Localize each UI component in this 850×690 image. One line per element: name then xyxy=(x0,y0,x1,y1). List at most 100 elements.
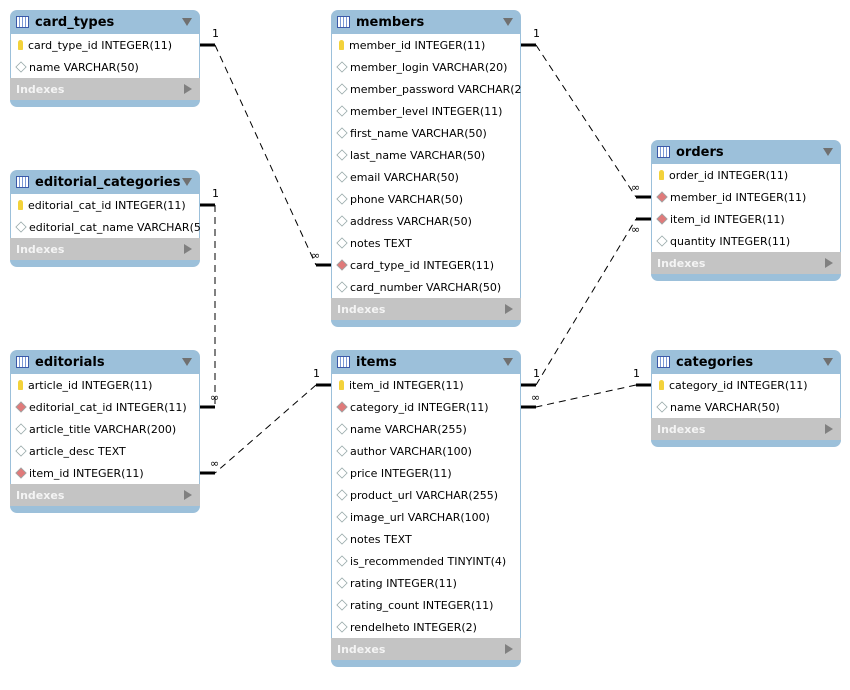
column-row[interactable]: email VARCHAR(50) xyxy=(332,166,520,188)
collapse-triangle-icon[interactable] xyxy=(503,18,513,26)
cardinality-many-label: ∞ xyxy=(210,391,219,404)
table-editorials[interactable]: editorials article_id INTEGER(11) editoria… xyxy=(10,350,200,513)
indexes-section[interactable]: Indexes xyxy=(331,298,521,320)
table-header[interactable]: categories xyxy=(651,350,841,374)
table-header[interactable]: items xyxy=(331,350,521,374)
column-diamond-icon xyxy=(15,221,27,233)
indexes-section[interactable]: Indexes xyxy=(651,418,841,440)
column-label: editorial_cat_id INTEGER(11) xyxy=(29,400,187,414)
column-row[interactable]: member_level INTEGER(11) xyxy=(332,100,520,122)
expand-triangle-icon[interactable] xyxy=(825,424,833,434)
expand-triangle-icon[interactable] xyxy=(505,644,513,654)
table-card_types[interactable]: card_types card_type_id INTEGER(11) name V… xyxy=(10,10,200,107)
collapse-triangle-icon[interactable] xyxy=(182,18,192,26)
column-row[interactable]: member_id INTEGER(11) xyxy=(332,34,520,56)
table-editorial_categories[interactable]: editorial_categories editorial_cat_id INT… xyxy=(10,170,200,267)
column-row[interactable]: notes TEXT xyxy=(332,232,520,254)
column-row[interactable]: author VARCHAR(100) xyxy=(332,440,520,462)
primary-key-icon xyxy=(659,170,664,180)
indexes-label: Indexes xyxy=(657,256,706,270)
column-label: notes TEXT xyxy=(350,532,412,546)
column-label: name VARCHAR(50) xyxy=(29,60,139,74)
table-orders[interactable]: orders order_id INTEGER(11) member_id INTE… xyxy=(651,140,841,281)
column-label: article_id INTEGER(11) xyxy=(28,378,153,392)
expand-triangle-icon[interactable] xyxy=(505,304,513,314)
column-row[interactable]: phone VARCHAR(50) xyxy=(332,188,520,210)
column-row[interactable]: price INTEGER(11) xyxy=(332,462,520,484)
table-header[interactable]: members xyxy=(331,10,521,34)
column-row[interactable]: member_login VARCHAR(20) xyxy=(332,56,520,78)
indexes-section[interactable]: Indexes xyxy=(10,238,200,260)
column-row[interactable]: article_id INTEGER(11) xyxy=(11,374,199,396)
table-header[interactable]: editorials xyxy=(10,350,200,374)
indexes-section[interactable]: Indexes xyxy=(651,252,841,274)
expand-triangle-icon[interactable] xyxy=(825,258,833,268)
column-row[interactable]: name VARCHAR(50) xyxy=(652,396,840,418)
column-label: member_id INTEGER(11) xyxy=(349,38,486,52)
cardinality-one-label: 1 xyxy=(533,27,540,40)
collapse-triangle-icon[interactable] xyxy=(182,358,192,366)
table-name: categories xyxy=(676,354,754,370)
column-label: card_type_id INTEGER(11) xyxy=(350,258,495,272)
column-row[interactable]: category_id INTEGER(11) xyxy=(332,396,520,418)
column-row[interactable]: rating INTEGER(11) xyxy=(332,572,520,594)
column-row[interactable]: rating_count INTEGER(11) xyxy=(332,594,520,616)
table-items[interactable]: items item_id INTEGER(11) category_id INTE… xyxy=(331,350,521,667)
table-header[interactable]: editorial_categories xyxy=(10,170,200,194)
column-row[interactable]: card_number VARCHAR(50) xyxy=(332,276,520,298)
column-diamond-icon xyxy=(336,599,348,611)
column-row[interactable]: order_id INTEGER(11) xyxy=(652,164,840,186)
column-diamond-icon xyxy=(336,577,348,589)
column-row[interactable]: member_password VARCHAR(20) xyxy=(332,78,521,100)
column-row[interactable]: rendelheto INTEGER(2) xyxy=(332,616,520,638)
column-label: quantity INTEGER(11) xyxy=(670,234,791,248)
column-diamond-icon xyxy=(336,171,348,183)
column-row[interactable]: item_id INTEGER(11) xyxy=(652,208,840,230)
column-row[interactable]: first_name VARCHAR(50) xyxy=(332,122,520,144)
column-label: editorial_cat_name VARCHAR(50) xyxy=(29,220,200,234)
column-row[interactable]: article_title VARCHAR(200) xyxy=(11,418,199,440)
table-categories[interactable]: categories category_id INTEGER(11) name VA… xyxy=(651,350,841,447)
collapse-triangle-icon[interactable] xyxy=(823,358,833,366)
collapse-triangle-icon[interactable] xyxy=(182,178,192,186)
column-row[interactable]: address VARCHAR(50) xyxy=(332,210,520,232)
column-row[interactable]: notes TEXT xyxy=(332,528,520,550)
column-row[interactable]: is_recommended TINYINT(4) xyxy=(332,550,520,572)
column-row[interactable]: name VARCHAR(255) xyxy=(332,418,520,440)
collapse-triangle-icon[interactable] xyxy=(503,358,513,366)
indexes-section[interactable]: Indexes xyxy=(10,484,200,506)
indexes-section[interactable]: Indexes xyxy=(10,78,200,100)
column-row[interactable]: editorial_cat_id INTEGER(11) xyxy=(11,194,199,216)
primary-key-icon xyxy=(339,40,344,50)
foreign-key-diamond-icon xyxy=(336,259,348,271)
column-row[interactable]: name VARCHAR(50) xyxy=(11,56,199,78)
column-row[interactable]: card_type_id INTEGER(11) xyxy=(332,254,520,276)
column-row[interactable]: member_id INTEGER(11) xyxy=(652,186,840,208)
column-row[interactable]: card_type_id INTEGER(11) xyxy=(11,34,199,56)
relationship-line xyxy=(535,384,637,408)
column-diamond-icon xyxy=(336,105,348,117)
column-row[interactable]: quantity INTEGER(11) xyxy=(652,230,840,252)
column-row[interactable]: category_id INTEGER(11) xyxy=(652,374,840,396)
collapse-triangle-icon[interactable] xyxy=(823,148,833,156)
primary-key-icon xyxy=(659,380,664,390)
column-row[interactable]: item_id INTEGER(11) xyxy=(332,374,520,396)
foreign-key-diamond-icon xyxy=(15,401,27,413)
column-row[interactable]: editorial_cat_name VARCHAR(50) xyxy=(11,216,200,238)
column-row[interactable]: image_url VARCHAR(100) xyxy=(332,506,520,528)
column-row[interactable]: item_id INTEGER(11) xyxy=(11,462,199,484)
expand-triangle-icon[interactable] xyxy=(184,490,192,500)
column-row[interactable]: article_desc TEXT xyxy=(11,440,199,462)
column-diamond-icon xyxy=(15,423,27,435)
column-row[interactable]: last_name VARCHAR(50) xyxy=(332,144,520,166)
column-diamond-icon xyxy=(336,237,348,249)
column-row[interactable]: editorial_cat_id INTEGER(11) xyxy=(11,396,199,418)
indexes-section[interactable]: Indexes xyxy=(331,638,521,660)
table-header[interactable]: card_types xyxy=(10,10,200,34)
table-members[interactable]: members member_id INTEGER(11) member_login… xyxy=(331,10,521,327)
primary-key-icon xyxy=(18,380,23,390)
expand-triangle-icon[interactable] xyxy=(184,84,192,94)
expand-triangle-icon[interactable] xyxy=(184,244,192,254)
column-row[interactable]: product_url VARCHAR(255) xyxy=(332,484,520,506)
table-header[interactable]: orders xyxy=(651,140,841,164)
